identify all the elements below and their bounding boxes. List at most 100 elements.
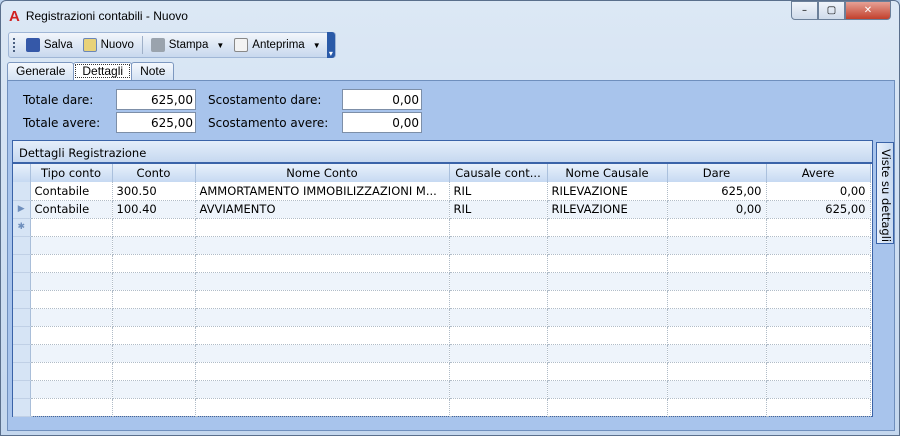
empty-cell — [30, 344, 112, 362]
cell-causale[interactable]: RIL — [449, 182, 547, 200]
empty-cell — [766, 236, 870, 254]
new-document-icon — [83, 38, 97, 52]
column-header[interactable]: Nome Conto — [195, 164, 449, 182]
cell-tipo-conto[interactable]: Contabile — [30, 200, 112, 218]
column-header[interactable]: Nome Causale — [547, 164, 667, 182]
empty-cell — [30, 398, 112, 416]
dettagli-registrazione-group: Dettagli Registrazione Tipo conto Conto … — [12, 140, 873, 417]
scostamento-avere-field[interactable]: 0,00 — [342, 112, 422, 133]
empty-cell — [195, 344, 449, 362]
details-grid[interactable]: Tipo conto Conto Nome Conto Causale cont… — [13, 164, 871, 417]
row-header-corner — [13, 164, 30, 182]
empty-cell — [667, 380, 766, 398]
row-header[interactable] — [13, 182, 30, 200]
empty-row — [13, 344, 870, 362]
empty-cell — [30, 254, 112, 272]
title-bar: A Registrazioni contabili - Nuovo — [9, 7, 188, 25]
preview-button[interactable]: Anteprima▼ — [230, 34, 324, 56]
new-row-asterisk-icon[interactable]: ✱ — [13, 218, 30, 236]
empty-cell — [449, 272, 547, 290]
cell-nome-causale[interactable]: RILEVAZIONE — [547, 200, 667, 218]
print-preview-icon — [234, 38, 248, 52]
table-row[interactable]: ▶ Contabile 100.40 AVVIAMENTO RIL RILEVA… — [13, 200, 870, 218]
empty-cell — [449, 326, 547, 344]
tab-note[interactable]: Note — [131, 62, 174, 80]
table-row[interactable]: Contabile 300.50 AMMORTAMENTO IMMOBILIZZ… — [13, 182, 870, 200]
new-button[interactable]: Nuovo — [79, 34, 138, 56]
cell[interactable] — [766, 218, 870, 236]
empty-cell — [766, 326, 870, 344]
empty-cell — [30, 308, 112, 326]
cell-conto[interactable]: 100.40 — [112, 200, 195, 218]
empty-cell — [195, 290, 449, 308]
new-row[interactable]: ✱ — [13, 218, 870, 236]
cell-nome-causale[interactable]: RILEVAZIONE — [547, 182, 667, 200]
cell-dare[interactable]: 625,00 — [667, 182, 766, 200]
column-header[interactable]: Dare — [667, 164, 766, 182]
empty-cell — [195, 380, 449, 398]
cell-nome-conto[interactable]: AMMORTAMENTO IMMOBILIZZAZIONI M... — [195, 182, 449, 200]
empty-row — [13, 290, 870, 308]
empty-cell — [547, 272, 667, 290]
empty-cell — [13, 398, 30, 416]
cell[interactable] — [667, 218, 766, 236]
empty-cell — [667, 254, 766, 272]
current-row-arrow-icon[interactable]: ▶ — [13, 200, 30, 218]
maximize-button[interactable]: ▢ — [818, 1, 845, 20]
toolbar-overflow-button[interactable]: ▾ — [327, 32, 335, 58]
empty-cell — [112, 344, 195, 362]
column-header[interactable]: Avere — [766, 164, 870, 182]
empty-cell — [13, 308, 30, 326]
cell-avere[interactable]: 625,00 — [766, 200, 870, 218]
cell[interactable] — [195, 218, 449, 236]
column-header[interactable]: Conto — [112, 164, 195, 182]
cell[interactable] — [30, 218, 112, 236]
empty-cell — [547, 344, 667, 362]
empty-cell — [547, 326, 667, 344]
empty-cell — [667, 344, 766, 362]
cell-conto[interactable]: 300.50 — [112, 182, 195, 200]
empty-cell — [112, 362, 195, 380]
cell-nome-conto[interactable]: AVVIAMENTO — [195, 200, 449, 218]
cell[interactable] — [112, 218, 195, 236]
close-button[interactable]: ✕ — [845, 1, 891, 20]
chevron-down-icon[interactable]: ▼ — [216, 41, 224, 50]
toolbar-grip[interactable] — [13, 38, 16, 52]
column-header[interactable]: Tipo conto — [30, 164, 112, 182]
empty-cell — [766, 398, 870, 416]
cell[interactable] — [547, 218, 667, 236]
viste-su-dettagli-tab[interactable]: Viste su dettagli — [876, 142, 894, 244]
print-button[interactable]: Stampa ▼ — [147, 34, 229, 56]
new-label: Nuovo — [101, 39, 134, 51]
cell-causale[interactable]: RIL — [449, 200, 547, 218]
chevron-down-icon[interactable]: ▼ — [313, 41, 321, 50]
cell-tipo-conto[interactable]: Contabile — [30, 182, 112, 200]
column-header[interactable]: Causale cont... — [449, 164, 547, 182]
scostamento-dare-field[interactable]: 0,00 — [342, 89, 422, 110]
minimize-button[interactable]: – — [791, 1, 818, 20]
empty-cell — [112, 236, 195, 254]
toolbar: Salva Nuovo Stampa ▼ Anteprima▼ ▾ — [8, 32, 336, 58]
tab-generale[interactable]: Generale — [7, 62, 74, 80]
empty-cell — [112, 380, 195, 398]
cell-dare[interactable]: 0,00 — [667, 200, 766, 218]
empty-row — [13, 308, 870, 326]
empty-cell — [112, 308, 195, 326]
empty-cell — [112, 326, 195, 344]
print-label: Stampa — [169, 39, 209, 51]
details-panel: Totale dare: 625,00 Scostamento dare: 0,… — [7, 80, 895, 431]
empty-cell — [195, 308, 449, 326]
empty-row — [13, 236, 870, 254]
empty-cell — [449, 254, 547, 272]
totale-dare-field[interactable]: 625,00 — [116, 89, 196, 110]
empty-cell — [30, 362, 112, 380]
empty-cell — [449, 362, 547, 380]
save-button[interactable]: Salva — [22, 34, 77, 56]
cell[interactable] — [449, 218, 547, 236]
tab-dettagli[interactable]: Dettagli — [73, 62, 132, 80]
totale-avere-field[interactable]: 625,00 — [116, 112, 196, 133]
cell-avere[interactable]: 0,00 — [766, 182, 870, 200]
empty-cell — [449, 398, 547, 416]
empty-cell — [30, 326, 112, 344]
empty-row — [13, 362, 870, 380]
